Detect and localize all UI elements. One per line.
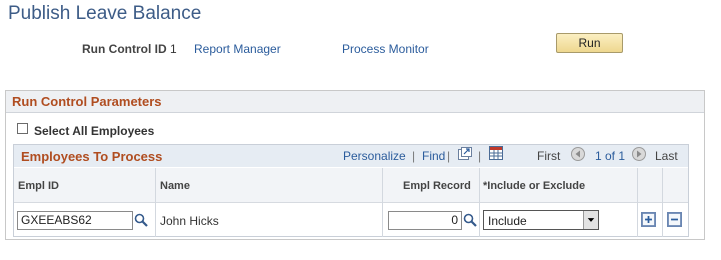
last-label: Last: [655, 149, 678, 163]
process-monitor-link[interactable]: Process Monitor: [342, 42, 429, 56]
column-header-emplid[interactable]: Empl ID: [18, 180, 59, 192]
column-header-row: [14, 168, 688, 203]
column-divider: [479, 168, 480, 237]
column-header-include-exclude[interactable]: *Include or Exclude: [483, 180, 585, 192]
parameters-title: Run Control Parameters: [12, 94, 162, 109]
select-all-checkbox[interactable]: [17, 123, 28, 134]
column-header-empl-record[interactable]: Empl Record: [403, 180, 471, 192]
column-divider: [662, 168, 663, 237]
run-control-value: 1: [170, 42, 177, 56]
download-icon[interactable]: [489, 146, 503, 160]
employee-name: John Hicks: [160, 214, 219, 228]
include-exclude-value: Include: [488, 214, 527, 228]
prev-icon[interactable]: [571, 147, 585, 161]
report-manager-link[interactable]: Report Manager: [194, 42, 281, 56]
emplid-input[interactable]: GXEEABS62: [17, 211, 133, 230]
run-button[interactable]: Run: [556, 33, 623, 53]
page-title: Publish Leave Balance: [8, 3, 202, 24]
column-divider: [155, 168, 156, 237]
grid-title: Employees To Process: [21, 149, 163, 164]
dropdown-arrow-icon[interactable]: [583, 211, 598, 229]
row-count: 1 of 1: [595, 149, 626, 163]
select-all-label: Select All Employees: [34, 124, 155, 138]
lookup-icon[interactable]: [463, 213, 477, 227]
column-divider: [637, 168, 638, 237]
find-link[interactable]: Find: [422, 149, 445, 163]
add-row-icon[interactable]: [641, 212, 656, 227]
separator: |: [447, 149, 451, 163]
empl-record-input[interactable]: 0: [388, 211, 462, 230]
first-label: First: [537, 149, 561, 163]
separator: |: [478, 149, 482, 163]
personalize-link[interactable]: Personalize: [343, 149, 406, 163]
run-control-label: Run Control ID: [82, 42, 167, 56]
column-divider: [382, 168, 383, 237]
separator: |: [412, 149, 416, 163]
column-header-name[interactable]: Name: [160, 180, 190, 192]
next-icon[interactable]: [632, 147, 646, 161]
view-all-icon[interactable]: [458, 147, 472, 160]
lookup-icon[interactable]: [134, 213, 148, 227]
delete-row-icon[interactable]: [667, 212, 682, 227]
